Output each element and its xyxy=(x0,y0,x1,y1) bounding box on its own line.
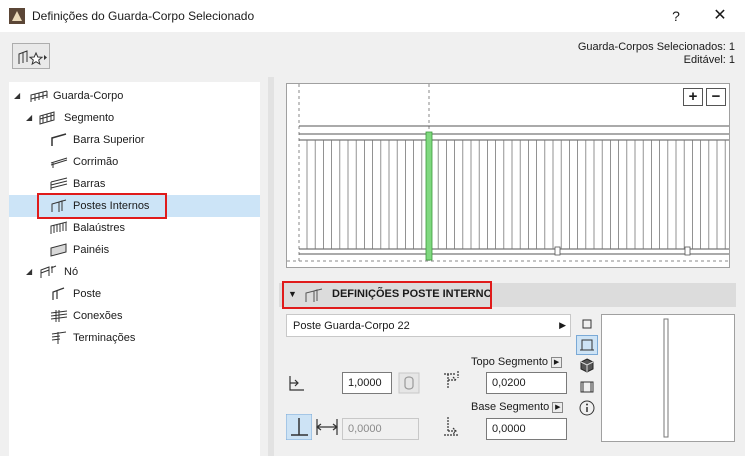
post-drawing xyxy=(663,318,669,438)
post-icon xyxy=(52,287,65,300)
tree-label: Terminações xyxy=(73,332,136,344)
tree-label: Balaústres xyxy=(73,222,125,234)
rails-icon xyxy=(50,177,68,190)
tree-item-railing[interactable]: ◢ Guarda-Corpo xyxy=(9,85,260,107)
title-bar: Definições do Guarda-Corpo Selecionado ?… xyxy=(0,0,745,32)
offset-input[interactable]: 0,0000 xyxy=(342,418,419,440)
info-icon xyxy=(579,400,595,416)
tree-item-connections[interactable]: Conexões xyxy=(9,305,260,327)
railing-icon xyxy=(30,90,48,102)
favorites-button[interactable] xyxy=(12,43,50,69)
tree-label: Barra Superior xyxy=(73,134,145,146)
selected-count: Guarda-Corpos Selecionados: 1 xyxy=(577,41,735,53)
tree-label: Guarda-Corpo xyxy=(53,90,124,102)
tree-item-post[interactable]: Poste xyxy=(9,283,260,305)
balusters-icon xyxy=(50,221,68,234)
elevation-view-button[interactable] xyxy=(576,335,598,355)
top-offset-icon xyxy=(444,371,459,388)
tree-label: Segmento xyxy=(64,112,115,124)
3d-view-button[interactable] xyxy=(576,356,598,376)
collapse-arrow-icon[interactable]: ◢ xyxy=(26,107,32,129)
plan-view-button[interactable] xyxy=(576,314,598,334)
highlight-box xyxy=(282,281,492,309)
film-strip-icon xyxy=(580,381,594,393)
tree-item-balusters[interactable]: Balaústres xyxy=(9,217,260,239)
caret-right-icon[interactable]: ▶ xyxy=(552,401,564,413)
segment-icon xyxy=(39,111,55,125)
info-button[interactable] xyxy=(576,398,598,418)
pane-divider[interactable] xyxy=(268,77,274,456)
base-segment-input[interactable]: 0,0000 xyxy=(486,418,567,440)
zoom-out-button[interactable]: − xyxy=(706,88,726,106)
spacing-icon xyxy=(289,376,304,391)
tree-label: Painéis xyxy=(73,244,110,256)
base-offset-icon xyxy=(444,417,458,436)
tree-item-panels[interactable]: Painéis xyxy=(9,239,260,261)
base-segment-label[interactable]: Base Segmento ▶ xyxy=(471,401,564,413)
top-segment-text: Topo Segmento xyxy=(471,356,549,368)
node-icon xyxy=(40,265,57,278)
spacing-input[interactable]: 1,0000 xyxy=(342,372,392,394)
tree-item-top-rail[interactable]: Barra Superior xyxy=(9,129,260,151)
section-view-button[interactable] xyxy=(576,377,598,397)
tree-item-rails[interactable]: Barras xyxy=(9,173,260,195)
window-title: Definições do Guarda-Corpo Selecionado xyxy=(32,9,255,23)
tree-label: Poste xyxy=(73,288,102,300)
top-segment-input[interactable]: 0,0200 xyxy=(486,372,567,394)
close-button[interactable]: ✕ xyxy=(707,6,733,26)
post-type-dropdown[interactable]: Poste Guarda-Corpo 22 ▶ xyxy=(286,314,571,337)
elevation-icon xyxy=(580,339,594,351)
top-segment-label[interactable]: Topo Segmento ▶ xyxy=(471,356,563,368)
cube-icon xyxy=(580,358,594,373)
align-center-toggle-icon[interactable] xyxy=(314,416,340,438)
caret-right-icon: ▶ xyxy=(559,320,566,330)
tree-item-handrail[interactable]: Corrimão xyxy=(9,151,260,173)
editable-count: Editável: 1 xyxy=(683,54,735,66)
end-finishes-icon xyxy=(51,331,67,344)
settings-tree: ◢ Guarda-Corpo ◢ Segmento Barra Superior… xyxy=(9,82,260,456)
top-rail-icon xyxy=(51,133,67,146)
connections-icon xyxy=(50,310,68,322)
square-icon xyxy=(582,319,592,329)
railing-favorite-icon xyxy=(18,50,47,66)
collapse-arrow-icon[interactable]: ◢ xyxy=(14,85,20,107)
segment-preview: + − xyxy=(286,83,730,268)
railing-elevation-drawing xyxy=(287,84,729,264)
link-toggle-icon[interactable] xyxy=(398,372,420,394)
tree-item-segment[interactable]: ◢ Segmento xyxy=(9,107,260,129)
help-button[interactable]: ? xyxy=(665,6,687,26)
handrail-icon xyxy=(50,157,68,168)
panels-icon xyxy=(50,243,67,257)
tree-label: Conexões xyxy=(73,310,123,322)
tree-label: Barras xyxy=(73,178,106,190)
base-segment-text: Base Segmento xyxy=(471,401,550,413)
tree-item-end-finishes[interactable]: Terminações xyxy=(9,327,260,349)
tree-label: Nó xyxy=(64,266,79,278)
align-left-toggle-icon[interactable] xyxy=(286,414,312,440)
highlight-box xyxy=(37,193,167,219)
selection-info: Guarda-Corpos Selecionados: 1 Editável: … xyxy=(578,41,735,67)
archicad-app-icon xyxy=(9,8,25,24)
tree-item-node[interactable]: ◢ Nó xyxy=(9,261,260,283)
post-preview xyxy=(601,314,735,442)
collapse-arrow-icon[interactable]: ◢ xyxy=(26,261,32,283)
post-type-value: Poste Guarda-Corpo 22 xyxy=(293,320,410,332)
caret-right-icon[interactable]: ▶ xyxy=(551,356,563,368)
zoom-in-button[interactable]: + xyxy=(683,88,703,106)
tree-label: Corrimão xyxy=(73,156,119,168)
